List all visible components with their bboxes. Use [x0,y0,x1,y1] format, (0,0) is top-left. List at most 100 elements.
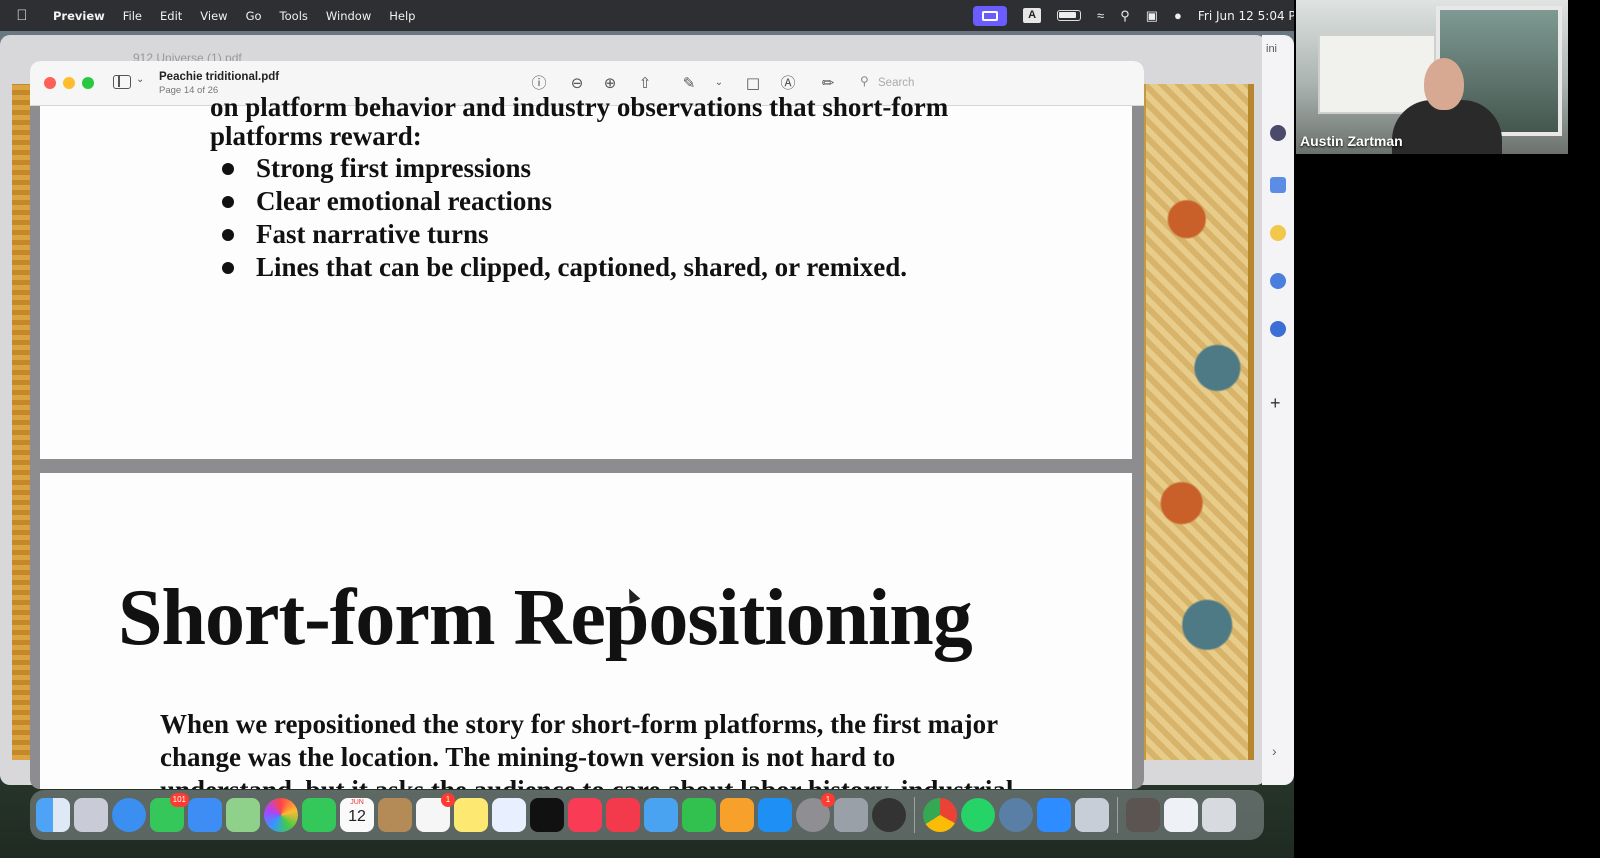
spotlight-search-icon[interactable]: ⚲ [1120,8,1130,24]
battery-icon[interactable] [1057,10,1082,21]
markup-pen-icon[interactable]: ✎ [678,73,700,93]
search-input[interactable] [878,73,1118,93]
list-item-text: Clear emotional reactions [256,186,552,216]
chrome-icon[interactable] [923,798,957,832]
menu-tools[interactable]: Tools [271,9,317,23]
document-title: Peachie triditional.pdf [159,71,280,83]
wifi-icon[interactable]: ≈ [1097,8,1104,23]
notes-icon[interactable] [454,798,488,832]
search-icon: ⚲ [860,74,869,88]
news-icon[interactable] [606,798,640,832]
zoom-in-icon[interactable]: ⊕ [599,73,621,93]
zoom-button[interactable] [82,77,94,89]
video-call-panel: Austin Zartman [1294,0,1600,858]
keep-icon[interactable] [1270,225,1286,241]
messages-icon[interactable]: 101 [150,793,189,832]
proxyman-icon[interactable] [999,798,1033,832]
tasks-icon[interactable] [1270,273,1286,289]
system-settings-icon[interactable]: 1 [796,793,835,832]
freeform-icon[interactable] [492,798,526,832]
add-icon[interactable]: + [1270,393,1281,414]
menu-window[interactable]: Window [317,9,380,23]
markup-chevron-down-icon[interactable]: ⌄ [708,73,730,93]
info-icon[interactable]: ⓘ [528,73,550,93]
dock-divider [1117,797,1118,833]
menu-view[interactable]: View [191,9,236,23]
bullet-icon [222,195,234,208]
maps-icon[interactable] [226,798,260,832]
final-cut-icon[interactable] [872,798,906,832]
sidebar-toggle-icon[interactable] [113,75,131,89]
list-item: Clear emotional reactions [222,186,552,217]
photos-icon[interactable] [264,798,298,832]
keynote-icon[interactable] [644,798,678,832]
list-item: Lines that can be clipped, captioned, sh… [222,252,907,283]
menu-bar:  Preview File Edit View Go Tools Window… [0,0,1320,31]
clipped-text-line: on platform behavior and industry observ… [210,92,949,122]
calendar-icon[interactable] [1270,177,1286,193]
preview-icon[interactable] [1075,798,1109,832]
signature-icon[interactable]: ✏ [817,73,839,93]
calendar-day: 12 [348,808,366,825]
list-item-text: Lines that can be clipped, captioned, sh… [256,252,908,282]
bullet-icon [222,261,234,274]
paragraph-line: change was the location. The mining-town… [160,742,896,772]
contacts-dock-icon[interactable] [378,798,412,832]
reminders-icon[interactable]: 1 [416,793,455,832]
input-source-indicator[interactable]: A [1023,8,1042,23]
reminders-badge: 1 [441,793,455,807]
app-store-icon[interactable] [758,798,792,832]
close-button[interactable] [44,77,56,89]
background-ornament-painting [1142,84,1254,760]
chevron-down-icon[interactable]: ⌄ [136,74,144,85]
zoom-out-icon[interactable]: ⊖ [566,73,588,93]
search-field[interactable]: ⚲ [858,72,1128,94]
menu-help[interactable]: Help [380,9,424,23]
annotate-icon[interactable]: Ⓐ [777,73,799,93]
list-item: Fast narrative turns [222,219,488,250]
participant-video-tile[interactable]: Austin Zartman [1296,0,1568,154]
mail-icon[interactable] [188,798,222,832]
music-icon[interactable] [568,798,602,832]
dock: 101 JUN 12 1 1 [30,790,1264,840]
contacts-icon[interactable] [1270,321,1286,337]
chevron-right-icon[interactable]: › [1272,743,1277,759]
participant-name: Austin Zartman [1300,133,1403,149]
facetime-icon[interactable] [302,798,336,832]
zoom-icon[interactable] [1037,798,1071,832]
bullet-icon [222,162,234,175]
menu-file[interactable]: File [114,9,151,23]
side-app-label: ini [1266,43,1278,55]
control-center-icon[interactable]: ▣ [1146,8,1158,24]
rotate-icon[interactable]: □ [742,73,764,93]
apple-icon[interactable]:  [0,7,44,24]
minimize-button[interactable] [63,77,75,89]
siri-icon[interactable]: ● [1174,8,1182,23]
menu-app-preview[interactable]: Preview [44,9,114,23]
whatsapp-icon[interactable] [961,798,995,832]
screen-mirroring-icon[interactable] [973,5,1008,26]
share-icon[interactable]: ⇧ [634,73,656,93]
paragraph-line: When we repositioned the story for short… [160,709,999,739]
downloads-stack-icon[interactable] [1126,798,1160,832]
menu-clock[interactable]: Fri Jun 12 5:04 PM [1198,9,1306,23]
launchpad-icon[interactable] [74,798,108,832]
apple-tv-icon[interactable] [530,798,564,832]
bullet-icon [222,228,234,241]
menu-edit[interactable]: Edit [151,9,191,23]
pages-icon[interactable] [720,798,754,832]
recent-window-icon[interactable] [1164,798,1198,832]
dock-divider [914,797,915,833]
safari-icon[interactable] [112,798,146,832]
iphone-mirroring-icon[interactable] [834,798,868,832]
menu-go[interactable]: Go [237,9,271,23]
side-app-window[interactable]: ini + › [1262,35,1294,785]
pdf-page-14: Short-form Repositioning When we reposit… [40,473,1132,789]
numbers-icon[interactable] [682,798,716,832]
participant-head [1424,58,1464,110]
finder-icon[interactable] [36,798,70,832]
trash-icon[interactable] [1202,798,1236,832]
calendar-dock-icon[interactable]: JUN 12 [340,798,374,832]
list-item: Strong first impressions [222,153,531,184]
side-avatar-icon[interactable] [1270,125,1286,141]
